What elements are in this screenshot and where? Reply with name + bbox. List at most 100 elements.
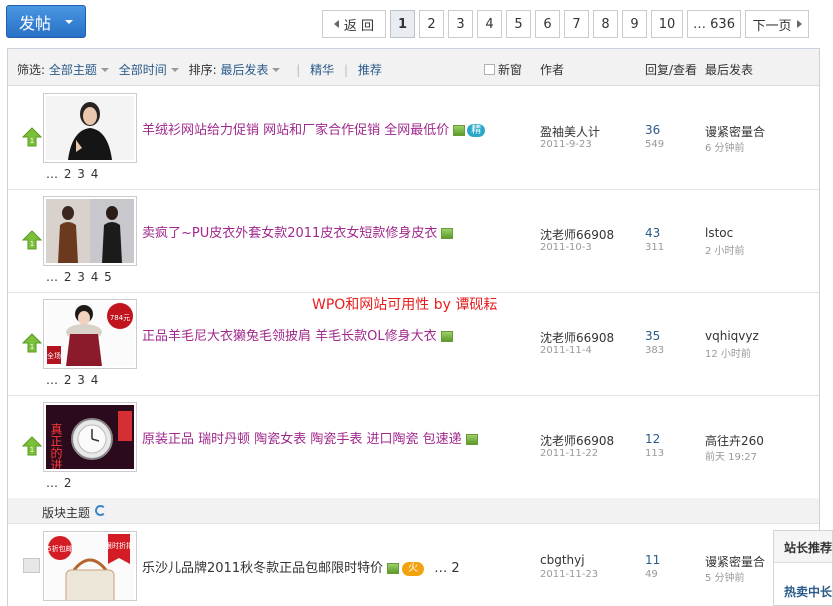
thread-author[interactable]: 沈老师66908 [540,329,614,346]
thread-date: 2011-10-3 [540,242,592,253]
last-post-time[interactable]: 前天 19:27 [705,448,757,463]
thread-date: 2011-9-23 [540,139,592,150]
thread-pages[interactable]: … 2 3 4 5 [46,270,113,284]
filter-all-time[interactable]: 全部时间 [119,63,167,77]
thread-pages[interactable]: … 2 3 4 [46,167,99,181]
reply-count[interactable]: 43 [645,226,660,240]
thread-title: 原装正品 瑞时丹顿 陶瓷女表 陶瓷手表 进口陶瓷 包速递 [142,432,462,447]
thread-pages[interactable]: … 2 [46,476,72,490]
product-photo-image: 5折包邮 限时折扣 [46,534,134,600]
svg-text:1: 1 [30,137,34,145]
page-link[interactable]: 7 [564,10,589,38]
thread-thumbnail[interactable]: 全场 784元 [43,299,137,369]
last-post-time[interactable]: 5 分钟前 [705,569,745,584]
last-post-time[interactable]: 6 分钟前 [705,139,745,154]
thumb-text: 真正的进口 [49,423,63,469]
last-post-time[interactable]: 2 小时前 [705,242,745,257]
thread-thumbnail[interactable]: 5折包邮 限时折扣 [43,531,137,601]
page-link[interactable]: 8 [593,10,618,38]
new-window-checkbox[interactable] [484,64,495,75]
filter-bar: 筛选: 全部主题 全部时间 排序: 最后发表 | 精华 | 推荐 [17,61,382,78]
reply-count[interactable]: 12 [645,432,660,446]
view-count: 113 [645,448,665,459]
page-link[interactable]: 3 [448,10,473,38]
chevron-down-icon [100,68,109,72]
chevron-down-icon [272,68,281,72]
thread-thumbnail[interactable] [43,196,137,266]
thread-status-icon [23,558,40,573]
page-link[interactable]: 10 [651,10,683,38]
thread-row: 5折包邮 限时折扣 乐沙儿品牌2011秋冬款正品包邮限时特价 火 … 2 cbgt… [8,525,819,606]
new-window-label: 新窗 [498,63,523,77]
last-post-time[interactable]: 12 小时前 [705,345,751,360]
filter-all-topics[interactable]: 全部主题 [49,63,97,77]
page-link[interactable]: 6 [535,10,560,38]
sort-select[interactable]: 最后发表 [220,63,268,77]
thread-pages[interactable]: … 2 3 4 [46,373,99,387]
reply-count[interactable]: 11 [645,553,660,567]
thread-author[interactable]: cbgthyj [540,553,585,567]
view-count: 549 [645,139,665,150]
divider: | [344,63,349,77]
back-button[interactable]: 返 回 [322,10,386,38]
thread-title-link[interactable]: 羊绒衫网站给力促销 网站和厂家合作促销 全网最低价 精 [142,119,486,138]
page-link[interactable]: 4 [477,10,502,38]
top-toolbar: 发帖 返 回 1 2 3 4 5 6 7 8 9 10 … 636 下一页 [0,0,833,48]
thread-title-link[interactable]: 卖疯了~PU皮衣外套女款2011皮衣女短款修身皮衣 [142,222,454,241]
thread-list: 筛选: 全部主题 全部时间 排序: 最后发表 | 精华 | 推荐 新窗 作者 回… [7,48,820,606]
page-link[interactable]: 2 [419,10,444,38]
thread-thumbnail[interactable] [43,93,137,163]
chevron-down-icon[interactable] [65,20,73,24]
page-link[interactable]: 9 [622,10,647,38]
product-photo-image: 全场 784元 [46,302,134,366]
last-poster[interactable]: 谩紧密量合 [705,553,765,570]
arrow-left-icon [333,20,339,28]
thread-author[interactable]: 盈袖美人计 [540,123,600,140]
thumb-tag-text: 限时折扣 [105,541,133,550]
last-poster[interactable]: lstoc [705,226,733,240]
thread-pages[interactable]: … 2 [434,561,459,576]
page-link-current[interactable]: 1 [390,10,415,38]
page-link[interactable]: 5 [506,10,531,38]
post-button-label: 发帖 [19,13,52,33]
post-new-thread-button[interactable]: 发帖 [6,5,86,38]
arrow-right-icon [796,20,802,28]
reply-count[interactable]: 35 [645,329,660,343]
thread-date: 2011-11-23 [540,569,599,580]
board-topics-section-header: 版块主题 [8,498,819,524]
reply-count[interactable]: 36 [645,123,660,137]
up-arrow-icon: 1 [22,230,42,250]
refresh-icon[interactable] [95,505,106,516]
up-arrow-icon: 1 [22,127,42,147]
watermark-text: WPO和网站可用性 by 谭砚耘 [312,297,498,313]
thread-title: 羊绒衫网站给力促销 网站和厂家合作促销 全网最低价 [142,123,450,138]
new-window-toggle[interactable]: 新窗 [484,61,522,78]
page-link-last[interactable]: … 636 [687,10,741,38]
thread-row: 1 … 2 3 4 羊绒衫网站给力促销 网站和厂家合作促销 全网最低价 精 盈袖美… [8,87,819,190]
filter-digest-link[interactable]: 精华 [310,63,334,77]
thread-title: 正品羊毛尼大衣獭兔毛领披肩 羊毛长款OL修身大衣 [142,329,437,344]
thumb-tag-text: 全场 [47,351,61,360]
thread-title-link[interactable]: 原装正品 瑞时丹顿 陶瓷女表 陶瓷手表 进口陶瓷 包速递 [142,428,478,447]
filter-recommend-link[interactable]: 推荐 [358,63,382,77]
last-poster[interactable]: vqhiqvyz [705,329,759,343]
thread-author[interactable]: 沈老师66908 [540,226,614,243]
thread-title-link[interactable]: 乐沙儿品牌2011秋冬款正品包邮限时特价 火 … 2 [142,557,460,576]
last-poster[interactable]: 高往卉260 [705,432,764,449]
column-author: 作者 [540,63,565,77]
panel-title: 站长推荐 [774,531,832,563]
panel-item-link[interactable]: 热卖中长 [774,563,832,600]
last-poster[interactable]: 谩紧密量合 [705,123,765,140]
image-attachment-icon [387,563,400,574]
thread-row: 1 … 2 3 4 5 卖疯了~PU皮衣外套女款2011皮衣女短款修身皮衣 沈老… [8,190,819,293]
view-count: 311 [645,242,665,253]
pagination: 返 回 1 2 3 4 5 6 7 8 9 10 … 636 下一页 [322,10,809,38]
thread-title-link[interactable]: 正品羊毛尼大衣獭兔毛领披肩 羊毛长款OL修身大衣 [142,325,453,344]
image-attachment-icon [440,331,453,342]
thread-date: 2011-11-22 [540,448,599,459]
thread-thumbnail[interactable]: 真正的进口 [43,402,137,472]
thread-author[interactable]: 沈老师66908 [540,432,614,449]
next-page-button[interactable]: 下一页 [745,10,809,38]
next-label: 下一页 [752,18,792,34]
view-count: 383 [645,345,665,356]
